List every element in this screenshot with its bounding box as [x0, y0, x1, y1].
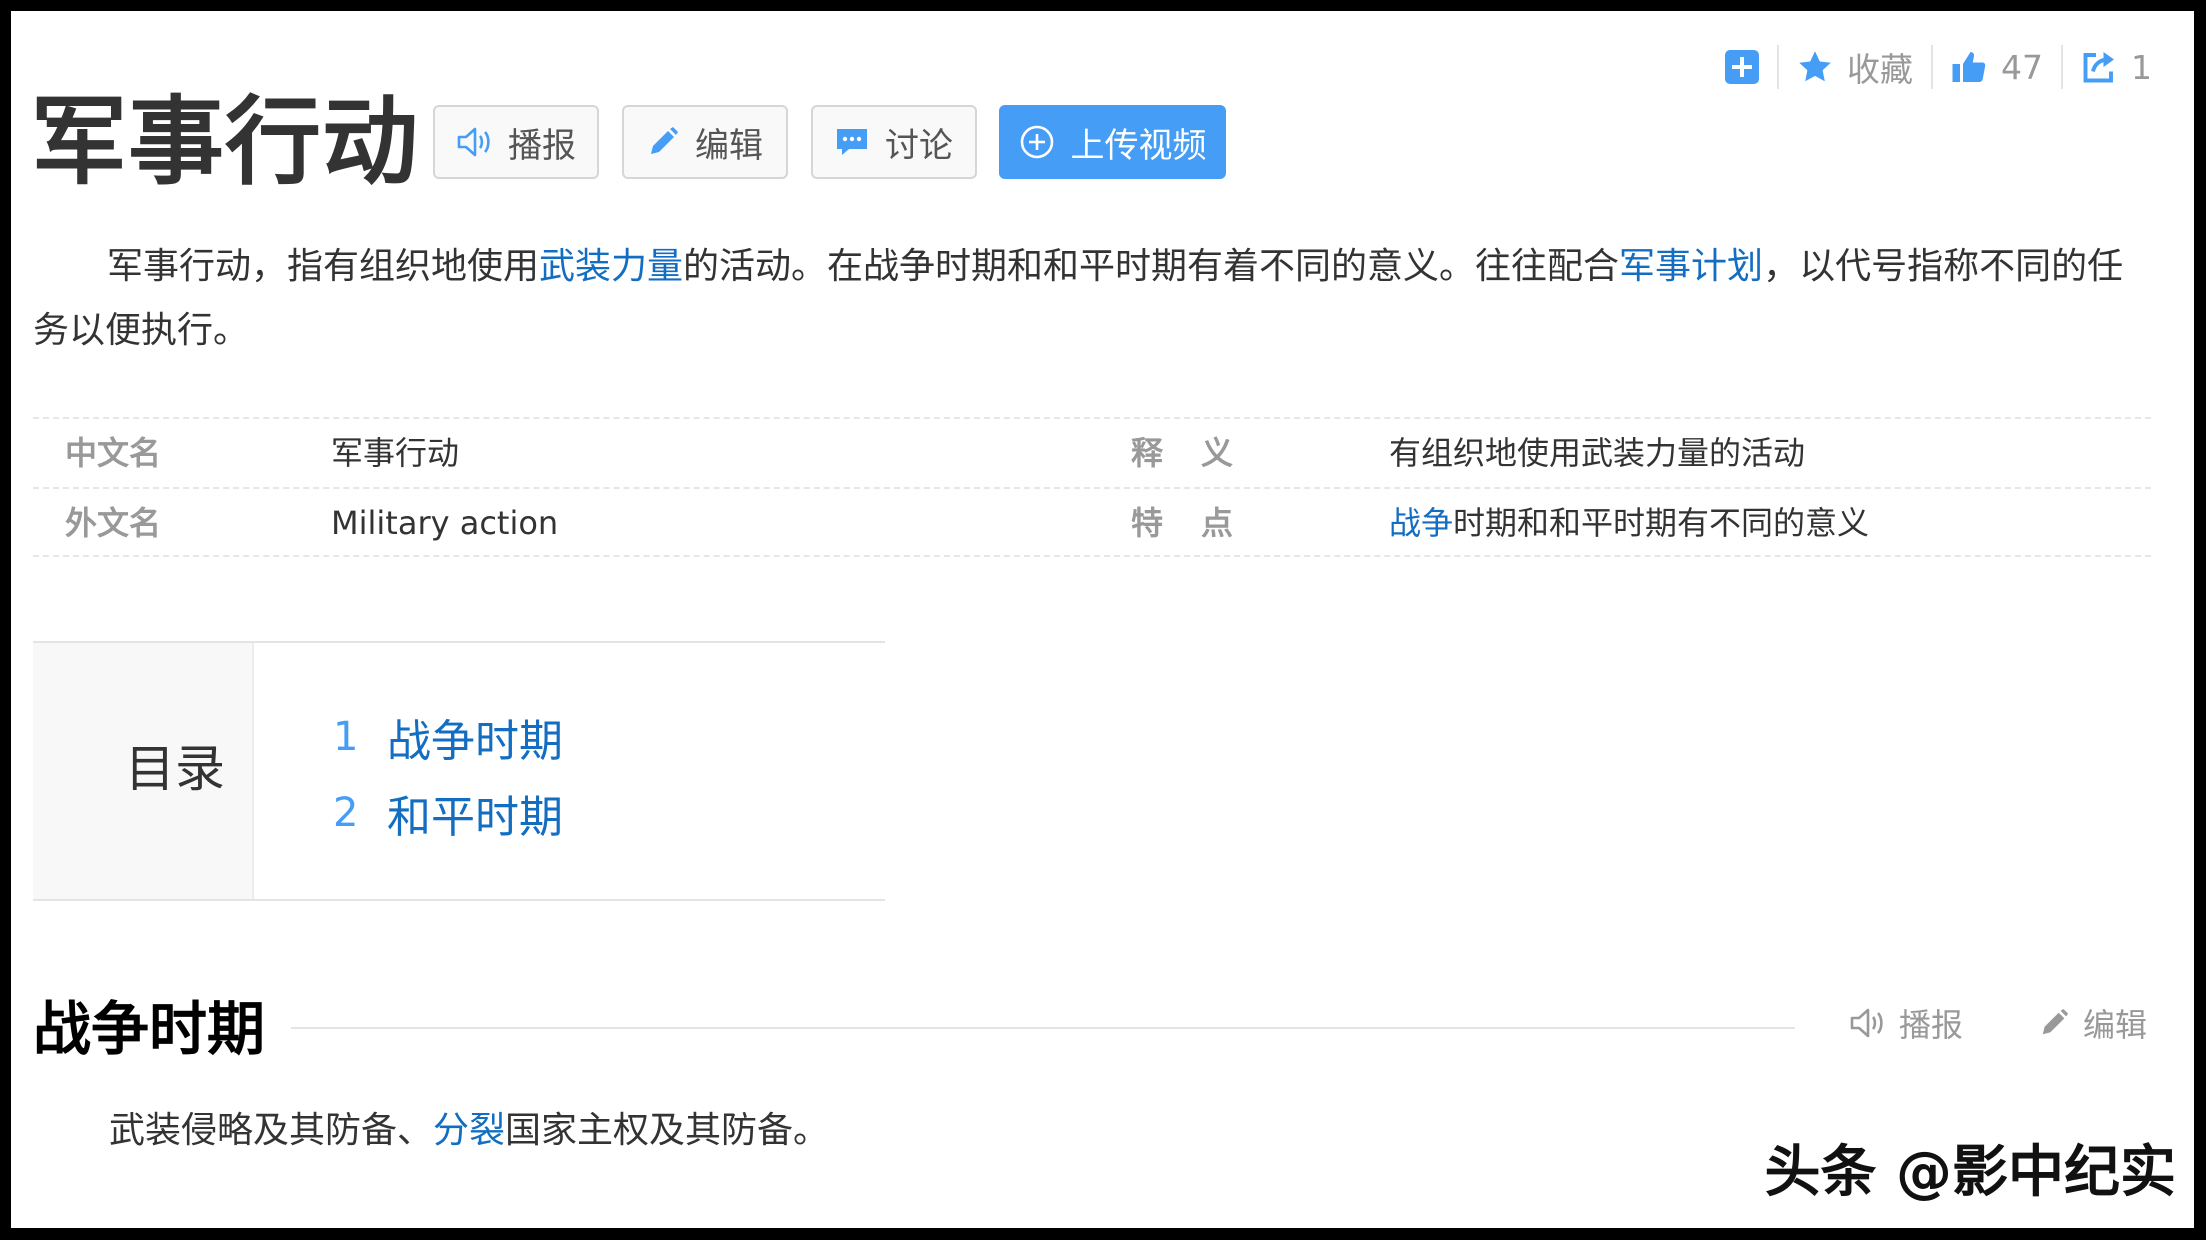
play-button[interactable]: 播报: [433, 105, 599, 179]
like-button[interactable]: 47: [1951, 41, 2043, 93]
like-count: 47: [2001, 47, 2043, 87]
info-value-text: 时期和和平时期有不同的意义: [1453, 504, 1870, 542]
summary-text: 的活动。在战争时期和和平时期有着不同的意义。往往配合: [683, 246, 1620, 287]
divider: [2061, 45, 2063, 89]
toc-sidebar: 目录: [33, 643, 254, 899]
info-key: 中文名: [65, 434, 162, 472]
speaker-icon: [457, 127, 490, 157]
link-war[interactable]: 战争: [1389, 504, 1453, 542]
section-play-label: 播报: [1899, 1006, 1964, 1044]
discuss-label: 讨论: [885, 125, 953, 166]
page: 收藏 47 1 军事行动 播报 编辑 讨论 上传视频 军事行动，指有组织地使用武…: [11, 11, 2194, 1228]
toc-number: 2: [333, 790, 359, 836]
info-value: 战争时期和和平时期有不同的意义: [1389, 489, 1869, 557]
share-icon: [2083, 52, 2114, 83]
star-icon: [1799, 51, 1831, 82]
info-key: 释义: [1131, 434, 1272, 472]
top-toolbar: 收藏 47 1: [1725, 41, 2152, 93]
toc-item[interactable]: 2 和平时期: [333, 775, 563, 851]
add-button[interactable]: [1725, 41, 1759, 93]
divider: [1931, 45, 1933, 89]
toc-label: 战争时期: [387, 716, 563, 767]
info-value: 军事行动: [331, 434, 460, 472]
section-play-button[interactable]: 播报: [1849, 999, 1963, 1047]
share-button[interactable]: 1: [2081, 41, 2152, 93]
discuss-button[interactable]: 讨论: [811, 105, 977, 179]
page-title: 军事行动: [31, 86, 419, 198]
toc-number: 1: [333, 714, 359, 760]
speaker-icon: [1850, 1008, 1883, 1038]
summary-paragraph: 军事行动，指有组织地使用武装力量的活动。在战争时期和和平时期有着不同的意义。往往…: [33, 235, 2153, 363]
basic-info-table: 中文名 军事行动 释义 有组织地使用武装力量的活动 外文名 Military a…: [33, 417, 2151, 557]
pencil-icon: [651, 127, 678, 154]
info-value: Military action: [331, 504, 559, 542]
section-paragraph: 武装侵略及其防备、分裂国家主权及其防备。: [109, 1101, 829, 1161]
info-value-text: 有组织地使用武装力量的活动: [1389, 434, 1806, 472]
pencil-icon: [2042, 1008, 2069, 1035]
toc-list: 1 战争时期 2 和平时期: [333, 699, 563, 851]
play-label: 播报: [508, 125, 576, 166]
section-text: 国家主权及其防备。: [505, 1110, 830, 1151]
toc-item[interactable]: 1 战争时期: [333, 699, 563, 775]
toc-label: 和平时期: [387, 792, 563, 843]
share-count: 1: [2131, 47, 2152, 87]
section-title: 战争时期: [33, 995, 266, 1063]
info-row: 外文名 Military action 特点 战争时期和和平时期有不同的意义: [33, 487, 2151, 557]
section-edit-label: 编辑: [2083, 1006, 2148, 1044]
section-edit-button[interactable]: 编辑: [2039, 999, 2147, 1047]
plus-circle-icon: [1020, 125, 1053, 159]
table-of-contents: 目录 1 战争时期 2 和平时期: [33, 641, 885, 901]
summary-text: 军事行动，指有组织地使用: [107, 246, 540, 287]
watermark: 头条 @影中纪实: [1764, 1140, 2177, 1205]
plus-square-icon: [1725, 50, 1759, 84]
collect-button[interactable]: 收藏: [1797, 41, 1913, 93]
info-key: 外文名: [65, 504, 162, 542]
divider: [1777, 45, 1779, 89]
link-military-plan[interactable]: 军事计划: [1619, 246, 1763, 287]
collect-label: 收藏: [1847, 50, 1913, 89]
section-text: 武装侵略及其防备、: [109, 1110, 434, 1151]
upload-label: 上传视频: [1070, 125, 1207, 166]
upload-video-button[interactable]: 上传视频: [999, 105, 1226, 179]
link-armed-forces[interactable]: 武装力量: [539, 246, 683, 287]
link-split[interactable]: 分裂: [433, 1110, 505, 1151]
edit-label: 编辑: [695, 125, 763, 166]
chat-bubble-icon: [837, 129, 867, 155]
info-value: 有组织地使用武装力量的活动: [1389, 419, 1805, 487]
info-row: 中文名 军事行动 释义 有组织地使用武装力量的活动: [33, 417, 2151, 487]
toc-title: 目录: [125, 740, 225, 798]
info-key: 特点: [1131, 504, 1272, 542]
thumbs-up-icon: [1952, 52, 1986, 82]
section-divider: [291, 1027, 1795, 1029]
edit-button[interactable]: 编辑: [622, 105, 788, 179]
